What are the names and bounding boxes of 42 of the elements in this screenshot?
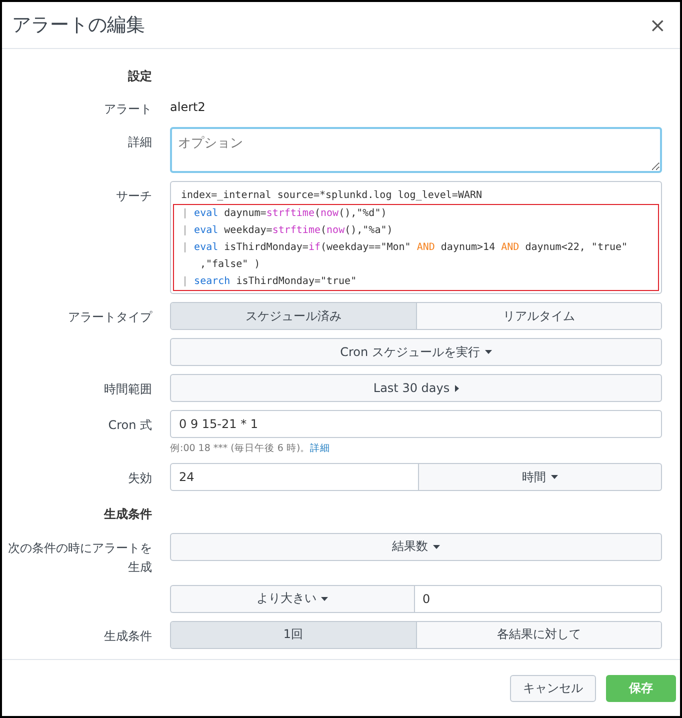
caret-down-icon bbox=[433, 544, 440, 549]
segment-option[interactable]: スケジュール済み bbox=[171, 303, 416, 330]
caret-down-icon bbox=[321, 596, 328, 601]
cron-field[interactable]: 0 9 15-21 * 1 bbox=[170, 410, 662, 438]
close-button[interactable]: × bbox=[647, 13, 668, 37]
field-label: 次の条件の時にアラートを生成 bbox=[7, 540, 152, 576]
caret-down-icon bbox=[484, 350, 492, 354]
segment-option[interactable]: 各結果に対して bbox=[416, 622, 661, 648]
code-line: ,"false" ) bbox=[199, 258, 262, 272]
code-line: | search isThirdMonday="true" bbox=[181, 275, 358, 290]
field-label: アラート bbox=[103, 101, 152, 118]
unit-dropdown[interactable]: 時間 bbox=[418, 463, 662, 492]
field-label: 失効 bbox=[127, 470, 152, 488]
code-line: | eval daynum=strftime(now(),"%d") bbox=[181, 207, 388, 222]
field-label: Cron 式 bbox=[107, 417, 152, 434]
field-label: 時間範囲 bbox=[103, 381, 152, 398]
time-range-picker[interactable]: Last 30 days bbox=[170, 374, 662, 402]
help-text: 例:00 18 *** (毎日午後 6 時)。詳細 bbox=[170, 442, 332, 456]
section-heading: 設定 bbox=[126, 68, 152, 85]
code-line: | eval weekday=strftime(now(),"%a") bbox=[181, 224, 394, 238]
dialog-title: アラートの編集 bbox=[12, 13, 145, 38]
comparison-dropdown[interactable]: より大きい bbox=[170, 584, 414, 613]
field-label: 詳細 bbox=[127, 134, 152, 152]
threshold-field[interactable]: 0 bbox=[414, 584, 662, 613]
segment-option[interactable]: 1回 bbox=[171, 622, 416, 648]
caret-right-icon bbox=[454, 384, 459, 392]
section-heading: 生成条件 bbox=[102, 506, 152, 524]
field-label: アラートタイプ bbox=[67, 309, 152, 326]
field-label: 生成条件 bbox=[103, 628, 152, 645]
details-link[interactable]: 詳細 bbox=[310, 443, 330, 454]
dropdown-button[interactable]: 結果数 bbox=[170, 532, 662, 561]
dropdown-button[interactable]: Cron スケジュールを実行 bbox=[170, 338, 662, 366]
field-label: サーチ bbox=[115, 188, 152, 206]
caret-down-icon bbox=[550, 475, 558, 480]
segment-option[interactable]: リアルタイム bbox=[416, 303, 661, 330]
description-field[interactable]: オプション bbox=[170, 127, 662, 174]
code-line: | eval isThirdMonday=if(weekday=="Mon" AND daynum>14 AND daynum<22, "true" bbox=[181, 241, 629, 256]
code-line: index=_internal source=*splunkd.log log_level=WARN bbox=[180, 189, 484, 204]
search-editor[interactable] bbox=[170, 181, 662, 294]
alert-name: alert2 bbox=[170, 99, 206, 114]
expiry-field[interactable]: 24 bbox=[170, 463, 418, 492]
cancel-button[interactable]: キャンセル bbox=[510, 674, 596, 702]
